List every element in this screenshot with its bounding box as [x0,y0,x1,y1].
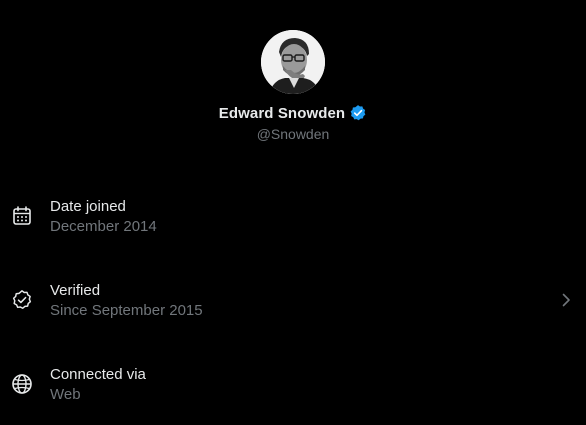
verified-since: Since September 2015 [50,302,203,319]
date-joined-text: Date joined December 2014 [50,197,157,237]
profile-header: Edward Snowden @Snowden [0,30,586,142]
verified-row[interactable]: Verified Since September 2015 [0,281,586,341]
display-name: Edward Snowden [218,104,346,122]
connected-via-row: Connected via Web [0,365,586,425]
date-joined-title: Date joined [50,198,126,215]
connected-via-text: Connected via Web [50,365,146,405]
verified-check-icon [11,289,33,311]
verified-title: Verified [50,282,101,299]
connected-via-value: Web [50,386,81,403]
name-row: Edward Snowden [219,104,367,122]
date-joined-value: December 2014 [50,218,157,235]
chevron-right-icon[interactable] [560,292,572,308]
calendar-icon [11,205,33,227]
verified-badge-icon[interactable] [349,104,367,122]
globe-icon [11,373,33,395]
avatar[interactable] [261,30,325,94]
date-joined-row: Date joined December 2014 [0,197,586,257]
handle: @Snowden [256,126,330,142]
verified-text: Verified Since September 2015 [50,281,203,321]
connected-via-title: Connected via [50,366,146,383]
